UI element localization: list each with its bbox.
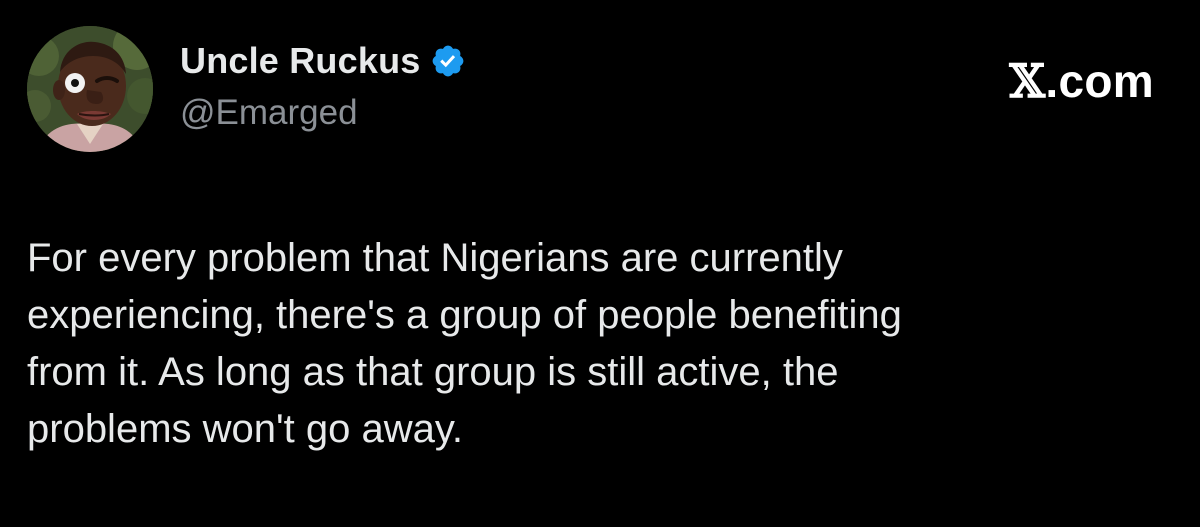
author-display-name[interactable]: Uncle Ruckus [180,40,420,82]
tweet-card: Uncle Ruckus @Emarged 𝕏.com For every pr… [0,0,1200,527]
tweet-line: For every problem that Nigerians are cur… [27,236,843,280]
x-logo-glyph: 𝕏 [1009,54,1046,108]
author-name-row: Uncle Ruckus [180,38,466,84]
site-watermark: 𝕏.com [1009,54,1154,108]
tweet-line: problems won't go away. [27,407,463,451]
tweet-line: from it. As long as that group is still … [27,350,839,394]
tweet-body: For every problem that Nigerians are cur… [27,230,1177,458]
author-handle[interactable]: @Emarged [180,93,358,133]
cartoon-portrait-avatar-icon [27,26,153,152]
site-domain-suffix: .com [1045,55,1154,107]
verified-badge-icon[interactable] [430,43,466,79]
author-avatar[interactable] [27,26,153,152]
tweet-line: experiencing, there's a group of people … [27,293,902,337]
